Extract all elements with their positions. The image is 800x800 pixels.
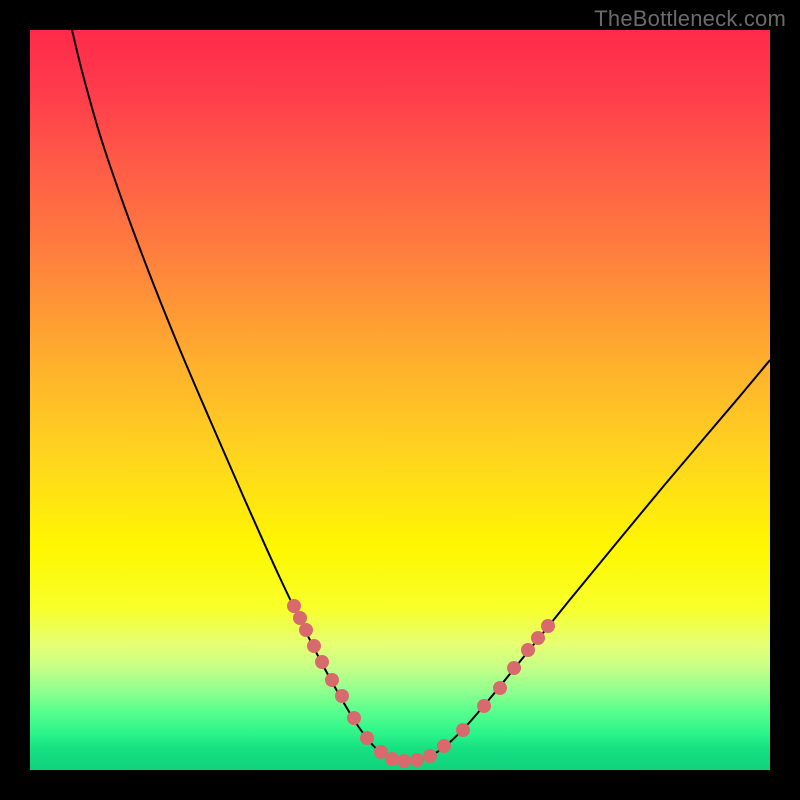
data-dot (287, 599, 301, 613)
data-dot (335, 689, 349, 703)
data-dot (507, 661, 521, 675)
data-dot (307, 639, 321, 653)
data-dot (360, 731, 374, 745)
data-dots (287, 599, 555, 768)
curve-right (400, 360, 770, 761)
curve-left (72, 30, 400, 761)
chart-svg (30, 30, 770, 770)
data-dot (325, 673, 339, 687)
data-dot (347, 711, 361, 725)
data-dot (531, 631, 545, 645)
data-dot (385, 752, 399, 766)
data-dot (423, 749, 437, 763)
data-dot (521, 643, 535, 657)
data-dot (437, 739, 451, 753)
watermark-text: TheBottleneck.com (594, 6, 786, 32)
data-dot (299, 623, 313, 637)
plot-area (30, 30, 770, 770)
chart-frame: TheBottleneck.com (0, 0, 800, 800)
data-dot (293, 611, 307, 625)
data-dot (541, 619, 555, 633)
data-dot (315, 655, 329, 669)
data-dot (410, 753, 424, 767)
data-dot (397, 754, 411, 768)
data-dot (456, 723, 470, 737)
data-dot (477, 699, 491, 713)
data-dot (493, 681, 507, 695)
